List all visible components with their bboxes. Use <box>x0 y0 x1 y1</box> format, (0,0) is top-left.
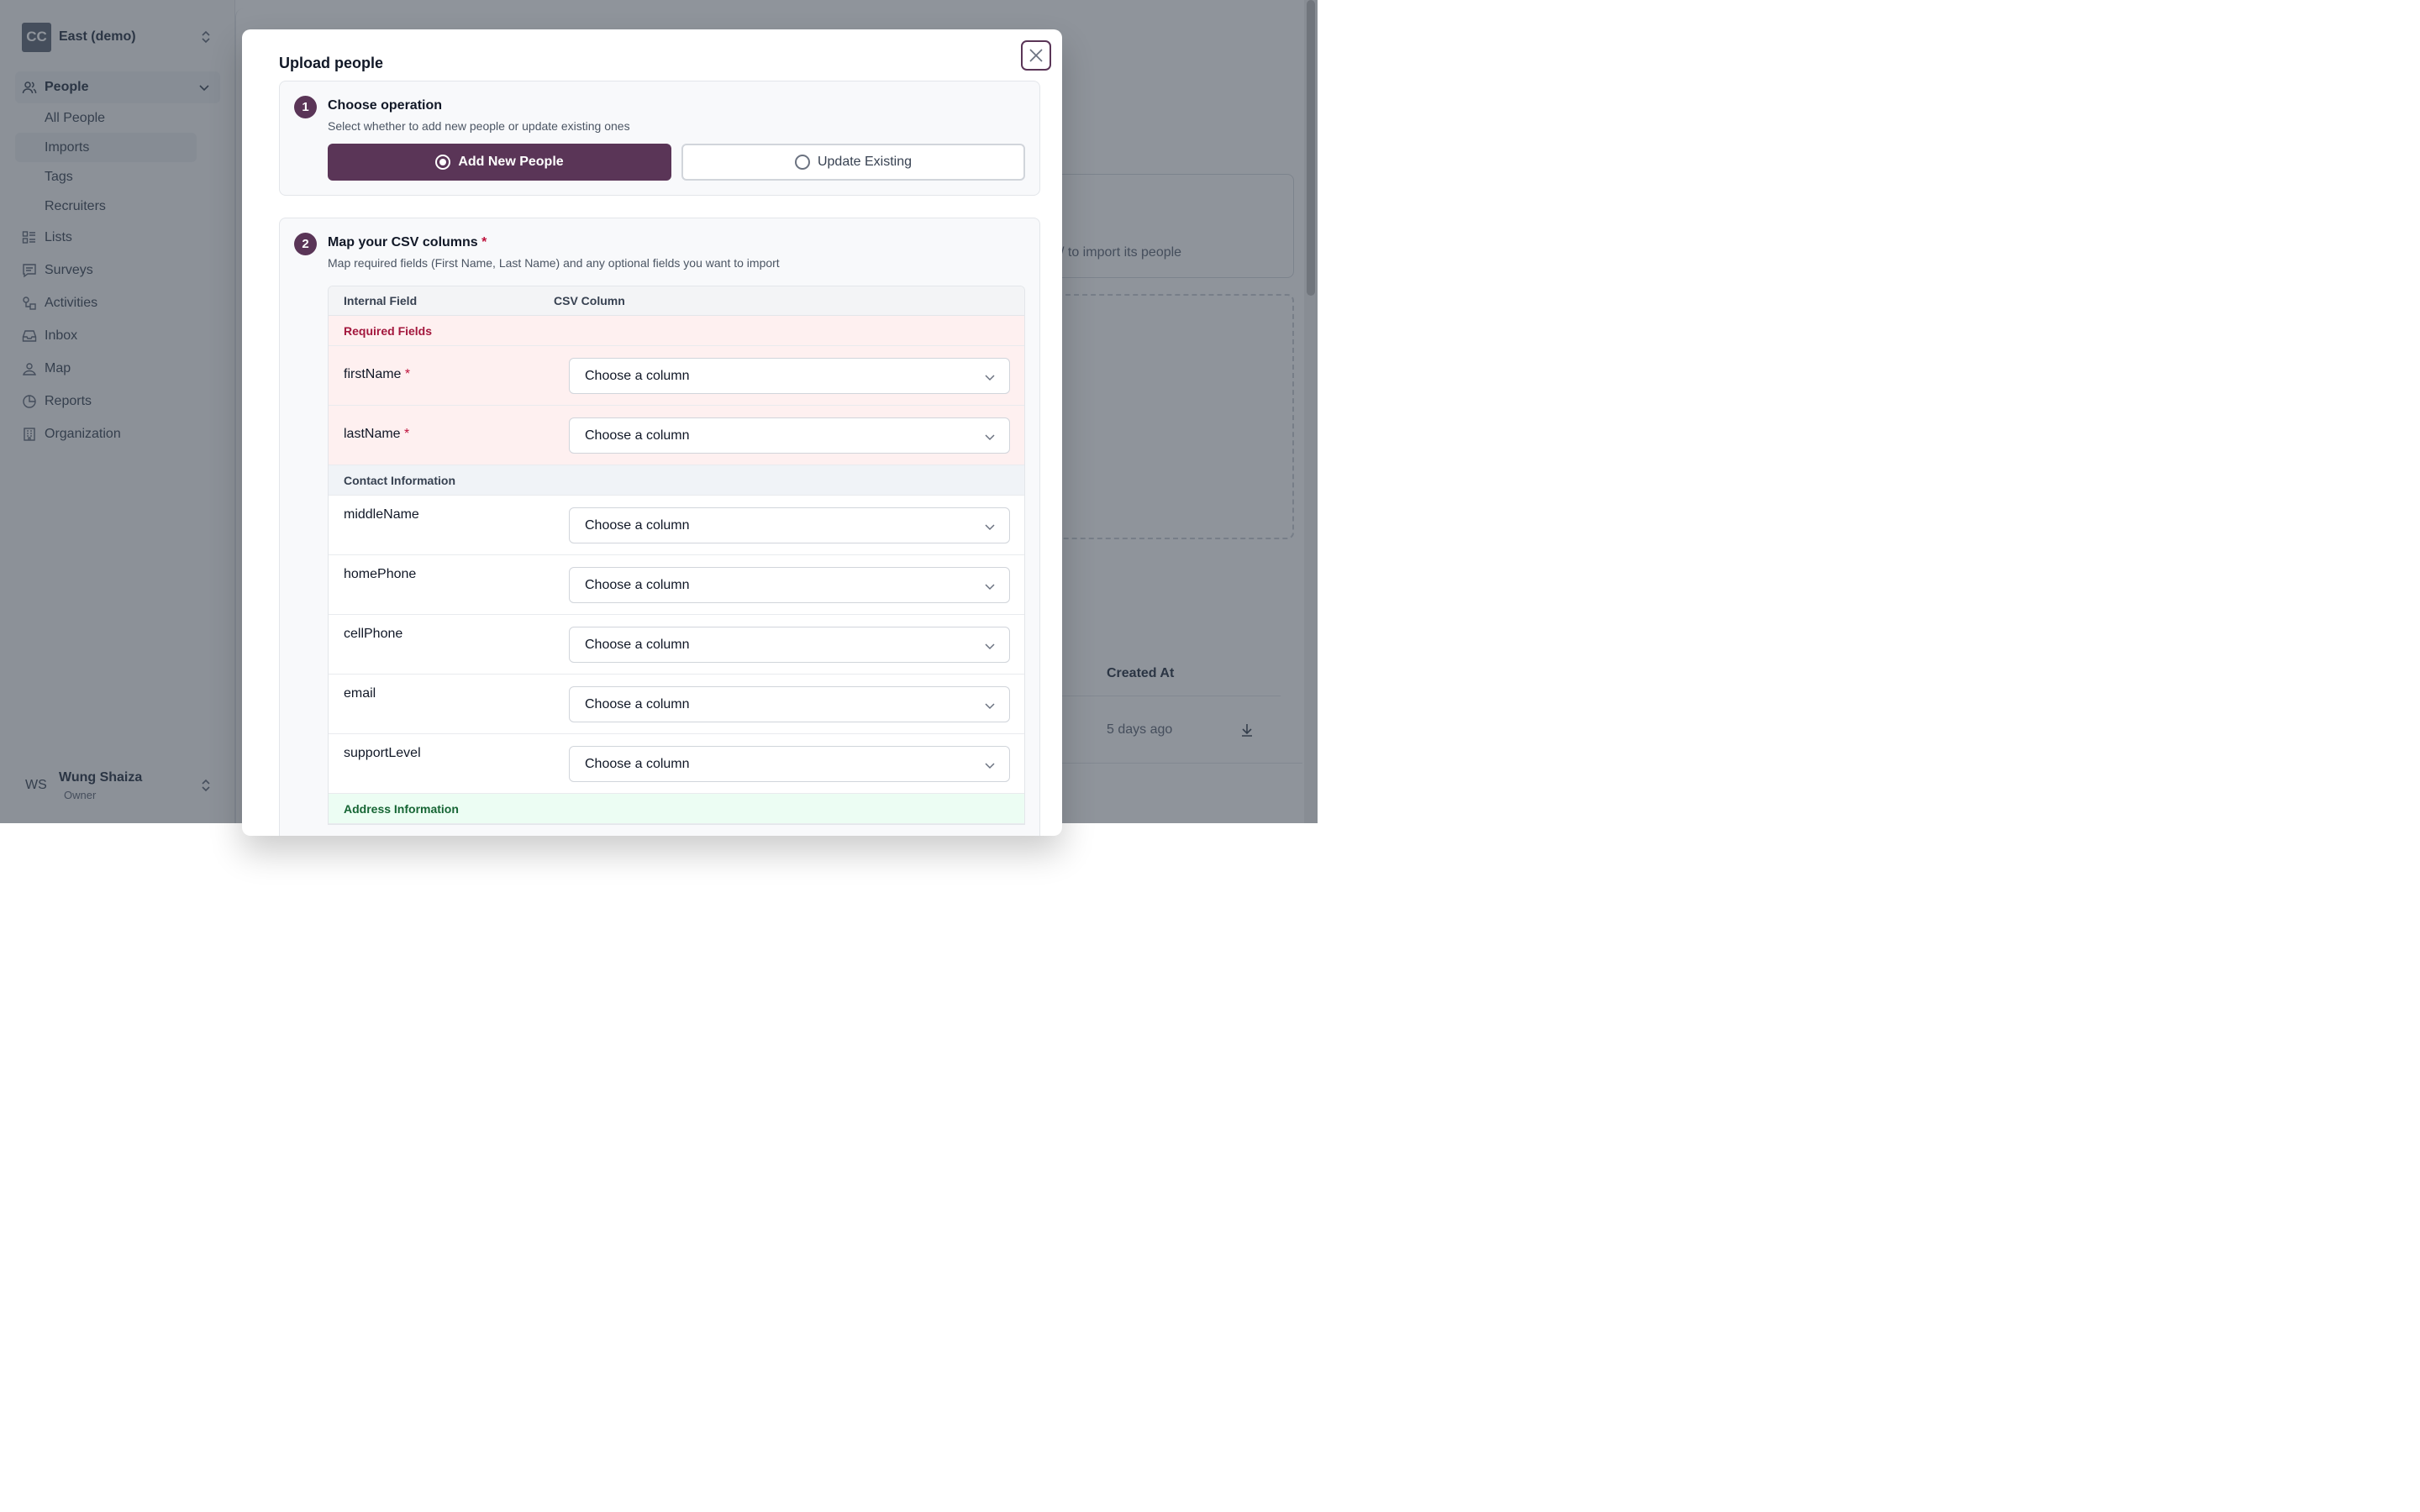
mapping-row-firstname: firstName * Choose a column <box>329 346 1024 406</box>
column-header-csv-column: CSV Column <box>554 294 625 307</box>
chevron-down-icon <box>985 524 995 531</box>
mapping-row-supportlevel: supportLevel Choose a column <box>329 734 1024 794</box>
step-description: Select whether to add new people or upda… <box>328 119 630 133</box>
step-title: Map your CSV columns * <box>328 235 487 250</box>
step-number: 2 <box>294 233 317 255</box>
csv-column-select[interactable]: Choose a column <box>569 746 1010 782</box>
column-mapping-table: Internal Field CSV Column Required Field… <box>328 286 1025 825</box>
field-name: firstName * <box>344 367 410 382</box>
chevron-down-icon <box>985 763 995 769</box>
select-value: Choose a column <box>585 637 690 652</box>
step-title-text: Map your CSV columns <box>328 235 478 249</box>
mapping-row-email: email Choose a column <box>329 675 1024 734</box>
chevron-down-icon <box>985 375 995 381</box>
select-value: Choose a column <box>585 368 690 383</box>
csv-column-select[interactable]: Choose a column <box>569 507 1010 543</box>
step-choose-operation: 1 Choose operation Select whether to add… <box>279 81 1040 196</box>
field-label: middleName <box>344 507 419 522</box>
field-name: lastName * <box>344 427 409 442</box>
modal-title: Upload people <box>279 55 384 71</box>
close-icon <box>1029 49 1043 62</box>
csv-column-select[interactable]: Choose a column <box>569 567 1010 603</box>
select-value: Choose a column <box>585 577 690 592</box>
chevron-down-icon <box>985 703 995 710</box>
mapping-row-homephone: homePhone Choose a column <box>329 555 1024 615</box>
select-value: Choose a column <box>585 696 690 711</box>
required-marker: * <box>404 427 410 441</box>
step-description: Map required fields (First Name, Last Na… <box>328 256 780 270</box>
select-value: Choose a column <box>585 517 690 533</box>
mapping-row-middlename: middleName Choose a column <box>329 496 1024 555</box>
table-header: Internal Field CSV Column <box>329 286 1024 316</box>
csv-column-select[interactable]: Choose a column <box>569 627 1010 663</box>
field-label: email <box>344 686 376 701</box>
field-label: lastName <box>344 427 401 441</box>
chevron-down-icon <box>985 584 995 591</box>
field-label: cellPhone <box>344 627 403 641</box>
operation-label: Update Existing <box>817 155 913 169</box>
section-required-fields: Required Fields <box>329 316 1024 346</box>
csv-column-select[interactable]: Choose a column <box>569 417 1010 454</box>
field-label: homePhone <box>344 567 417 581</box>
select-value: Choose a column <box>585 756 690 771</box>
add-new-people-button[interactable]: Add New People <box>328 144 671 181</box>
required-marker: * <box>481 235 487 249</box>
column-header-internal-field: Internal Field <box>344 294 418 307</box>
field-label: supportLevel <box>344 746 421 760</box>
step-title: Choose operation <box>328 98 443 113</box>
select-value: Choose a column <box>585 428 690 443</box>
csv-column-select[interactable]: Choose a column <box>569 686 1010 722</box>
upload-people-modal: Upload people 1 Choose operation Select … <box>242 29 1062 836</box>
section-address-information: Address Information <box>329 794 1024 824</box>
step-map-columns: 2 Map your CSV columns * Map required fi… <box>279 218 1040 836</box>
close-button[interactable] <box>1021 40 1051 71</box>
required-marker: * <box>404 367 411 381</box>
csv-column-select[interactable]: Choose a column <box>569 358 1010 394</box>
step-number: 1 <box>294 96 317 118</box>
radio-selected-icon <box>435 155 451 170</box>
chevron-down-icon <box>985 643 995 650</box>
section-contact-information: Contact Information <box>329 465 1024 496</box>
update-existing-button[interactable]: Update Existing <box>681 144 1025 181</box>
mapping-row-lastname: lastName * Choose a column <box>329 406 1024 465</box>
radio-unselected-icon <box>794 155 810 170</box>
chevron-down-icon <box>985 434 995 441</box>
field-label: firstName <box>344 367 402 381</box>
operation-label: Add New People <box>458 155 564 169</box>
mapping-row-cellphone: cellPhone Choose a column <box>329 615 1024 675</box>
